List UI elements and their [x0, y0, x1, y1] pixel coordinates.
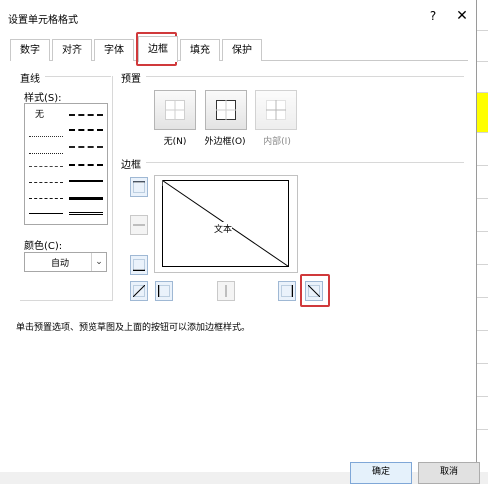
- line-style-thick[interactable]: [69, 197, 103, 200]
- border-left-icon: [158, 285, 170, 297]
- grid-line: [476, 396, 488, 397]
- close-button[interactable]: ✕: [455, 8, 469, 24]
- grid-line: [476, 92, 488, 93]
- preset-outline-label: 外边框(O): [204, 137, 246, 147]
- grid-line: [476, 363, 488, 364]
- border-diagonal-up-button[interactable]: [130, 281, 148, 301]
- line-style-slant-dash-dot[interactable]: [69, 129, 103, 131]
- help-button[interactable]: ?: [426, 9, 440, 25]
- line-style-medium-dashed[interactable]: [69, 164, 103, 166]
- line-style-dash-dot[interactable]: [29, 182, 63, 183]
- grid-line: [476, 132, 488, 133]
- border-bottom-button[interactable]: [130, 255, 148, 275]
- border-top-button[interactable]: [130, 177, 148, 197]
- border-group-divider: [146, 162, 464, 163]
- preset-none-button[interactable]: [154, 90, 196, 130]
- line-style-none[interactable]: 无: [35, 107, 44, 120]
- tab-alignment[interactable]: 对齐: [52, 39, 92, 61]
- preset-inside-icon: [266, 100, 286, 120]
- tab-font[interactable]: 字体: [94, 39, 134, 61]
- chevron-down-icon[interactable]: ⌄: [91, 253, 106, 271]
- line-group-bottom: [20, 300, 113, 301]
- grid-line: [476, 264, 488, 265]
- tab-number[interactable]: 数字: [10, 39, 50, 61]
- line-color-dropdown[interactable]: 自动 ⌄: [24, 252, 107, 272]
- line-style-medium[interactable]: [69, 180, 103, 182]
- line-group-border: [112, 76, 113, 300]
- diagonal-down-highlight: [300, 274, 330, 307]
- border-middle-horizontal-icon: [133, 224, 145, 226]
- preview-text: 文本: [214, 222, 233, 235]
- border-right-button[interactable]: [278, 281, 296, 301]
- border-group-title: 边框: [121, 156, 144, 171]
- tab-protection[interactable]: 保护: [222, 39, 262, 61]
- format-cells-dialog: 设置单元格格式 ? ✕ 数字 对齐 字体 边框 填充 保护 直线 样式(S): …: [0, 0, 480, 484]
- preset-inside-label: 内部(I): [263, 137, 291, 147]
- preset-outline-button[interactable]: [205, 90, 247, 130]
- color-label: 颜色(C):: [24, 237, 66, 252]
- border-middle-vertical-icon: [225, 285, 227, 297]
- preset-inside-button[interactable]: [255, 90, 297, 130]
- preset-outline-icon: [216, 100, 236, 120]
- line-style-dotted[interactable]: [29, 153, 63, 154]
- border-bottom-icon: [133, 259, 145, 271]
- grid-line: [476, 297, 488, 298]
- tab-fill[interactable]: 填充: [180, 39, 220, 61]
- line-style-hair[interactable]: [29, 136, 63, 137]
- border-top-icon: [133, 181, 145, 193]
- grid-line: [476, 30, 488, 31]
- line-style-double[interactable]: [69, 212, 103, 215]
- border-middle-vertical-button[interactable]: [217, 281, 235, 301]
- grid-line: [476, 330, 488, 331]
- style-label: 样式(S):: [24, 89, 65, 104]
- dialog-title: 设置单元格格式: [8, 15, 78, 26]
- grid-line: [476, 61, 488, 62]
- line-style-dashed[interactable]: [29, 198, 63, 199]
- preset-none-icon: [165, 100, 185, 120]
- line-style-thin[interactable]: [29, 213, 63, 214]
- ok-button[interactable]: 确定: [350, 462, 412, 484]
- line-group-title: 直线: [20, 70, 43, 85]
- border-left-button[interactable]: [155, 281, 173, 301]
- line-style-dash-dot-dot[interactable]: [29, 166, 63, 167]
- tab-border[interactable]: 边框: [138, 36, 178, 62]
- line-style-list[interactable]: 无: [24, 103, 108, 225]
- yellow-cell-fill: [476, 92, 488, 132]
- line-group-divider: [45, 76, 111, 77]
- border-right-icon: [281, 285, 293, 297]
- line-color-value: 自动: [51, 259, 70, 269]
- border-middle-horizontal-button[interactable]: [130, 215, 148, 235]
- presets-group-divider: [146, 76, 464, 77]
- grid-line: [476, 165, 488, 166]
- background-spreadsheet: [476, 0, 488, 472]
- diagonal-up-icon: [133, 285, 145, 297]
- cancel-button[interactable]: 取消: [418, 462, 480, 484]
- line-style-medium-dash-dot-dot[interactable]: [69, 114, 103, 116]
- line-style-medium-dash-dot[interactable]: [69, 146, 103, 148]
- grid-line: [476, 429, 488, 430]
- preset-none-label: 无(N): [163, 137, 187, 147]
- grid-line: [476, 231, 488, 232]
- grid-line: [476, 198, 488, 199]
- hint-text: 单击预置选项、预览草图及上面的按钮可以添加边框样式。: [16, 323, 251, 333]
- dialog-titlebar[interactable]: 设置单元格格式 ? ✕: [0, 0, 476, 34]
- presets-group-title: 预置: [121, 70, 144, 85]
